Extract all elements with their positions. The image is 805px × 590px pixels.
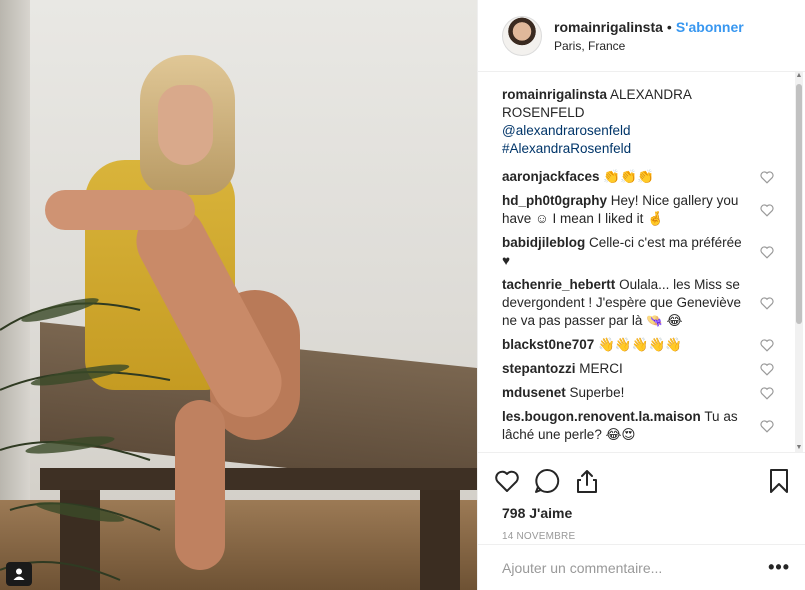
comment-item: mdusenet Superbe! <box>502 384 774 402</box>
caption-username[interactable]: romainrigalinsta <box>502 87 607 102</box>
scroll-up-arrow-icon[interactable]: ▲ <box>795 72 803 80</box>
comment-username[interactable]: aaronjackfaces <box>502 169 600 184</box>
post-actions: 798 J'aime 14 NOVEMBRE <box>478 452 805 542</box>
comment-item: tachenrie_hebertt Oulala... les Miss se … <box>502 276 774 330</box>
post-side-panel: romainrigalinsta • S'abonner Paris, France… <box>477 0 805 590</box>
scroll-thumb[interactable] <box>796 84 802 324</box>
user-tag-icon[interactable] <box>6 562 32 586</box>
scroll-down-arrow-icon[interactable]: ▼ <box>795 444 803 452</box>
add-comment-bar: ••• <box>478 544 805 590</box>
bookmark-icon[interactable] <box>750 461 790 501</box>
add-comment-input[interactable] <box>502 559 769 576</box>
comment-text: Superbe! <box>569 385 625 400</box>
comment-username[interactable]: les.bougon.renovent.la.maison <box>502 409 701 424</box>
caption-hashtag[interactable]: #AlexandraRosenfeld <box>502 140 774 158</box>
comment-item: babidjileblog Celle-ci c'est ma préférée… <box>502 234 774 270</box>
comment-text: 👋👋👋👋👋 <box>598 337 683 352</box>
share-icon[interactable] <box>574 461 614 501</box>
comment-text: MERCI <box>579 361 623 376</box>
comment-username[interactable]: babidjileblog <box>502 235 585 250</box>
comment-item: aaronjackfaces 👏👏👏 <box>502 168 774 186</box>
header-username[interactable]: romainrigalinsta <box>554 19 663 35</box>
post-date: 14 NOVEMBRE <box>502 531 576 542</box>
comment-item: les.bougon.renovent.la.maison Tu as lâch… <box>502 408 774 444</box>
comment-heart-icon[interactable] <box>760 171 774 184</box>
post-header: romainrigalinsta • S'abonner Paris, France <box>478 0 805 72</box>
comment-heart-icon[interactable] <box>760 204 774 217</box>
comment-username[interactable]: mdusenet <box>502 385 566 400</box>
comment-item: blackst0ne707 👋👋👋👋👋 <box>502 336 774 354</box>
separator-dot: • <box>666 18 672 35</box>
comment-heart-icon[interactable] <box>760 246 774 259</box>
model-arm <box>45 190 195 230</box>
location-link[interactable]: Paris, France <box>554 39 744 53</box>
likes-count[interactable]: 798 J'aime <box>494 505 790 521</box>
comment-username[interactable]: blackst0ne707 <box>502 337 594 352</box>
comment-username[interactable]: hd_ph0t0graphy <box>502 193 607 208</box>
comment-username[interactable]: stepantozzi <box>502 361 576 376</box>
comment-heart-icon[interactable] <box>760 339 774 352</box>
avatar[interactable] <box>502 15 542 56</box>
comment-heart-icon[interactable] <box>760 387 774 400</box>
caption-mention[interactable]: @alexandrarosenfeld <box>502 122 774 140</box>
plant-leaves <box>0 298 171 581</box>
comment-heart-icon[interactable] <box>760 297 774 310</box>
comment-username[interactable]: tachenrie_hebertt <box>502 277 615 292</box>
comment-heart-icon[interactable] <box>760 420 774 433</box>
post-photo[interactable] <box>0 0 477 590</box>
comments-scrollbar[interactable]: ▲ ▼ <box>795 72 803 452</box>
caption: romainrigalinsta ALEXANDRA ROSENFELD @al… <box>502 86 774 158</box>
comment-item: hd_ph0t0graphy Hey! Nice gallery you hav… <box>502 192 774 228</box>
follow-button[interactable]: S'abonner <box>676 19 744 35</box>
more-options-icon[interactable]: ••• <box>768 557 790 578</box>
table-leg <box>420 490 460 590</box>
comment-text: 👏👏👏 <box>603 169 654 184</box>
comment-icon[interactable] <box>534 461 574 501</box>
model-face <box>158 85 213 165</box>
comment-item: stepantozzi MERCI <box>502 360 774 378</box>
heart-icon[interactable] <box>494 461 534 501</box>
model-shin <box>175 400 225 570</box>
comments-list[interactable]: romainrigalinsta ALEXANDRA ROSENFELD @al… <box>502 86 774 450</box>
comment-heart-icon[interactable] <box>760 363 774 376</box>
